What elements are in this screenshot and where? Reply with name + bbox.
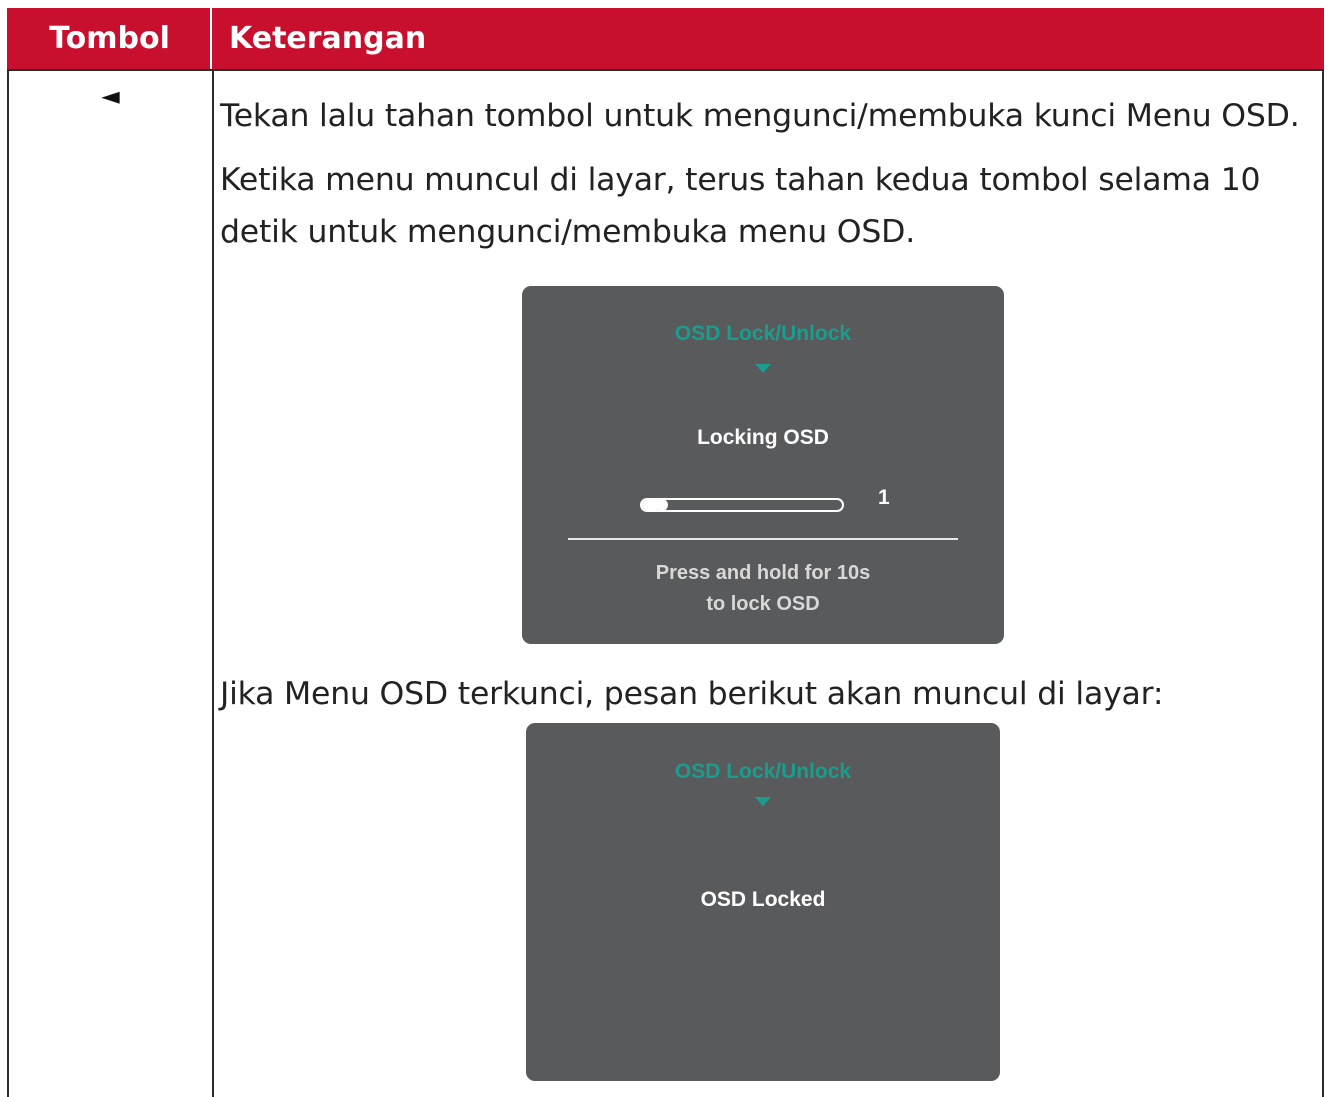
osd-title: OSD Lock/Unlock [674,322,852,345]
header-button-column: Tombol [49,21,170,56]
left-arrow-button-icon: ◄ [101,82,120,110]
header-divider [210,8,212,69]
osd-divider [568,538,958,540]
osd-title: OSD Lock/Unlock [674,760,852,783]
osd-locked-screen: OSD Lock/Unlock OSD Locked [526,723,1000,1081]
osd-hint: Press and hold for 10s to lock OSD [522,558,1004,620]
progress-slider [640,498,844,512]
description-paragraph-lock: Tekan lalu tahan tombol untuk mengunci/m… [220,98,1300,134]
table-header: Tombol Keterangan [7,8,1324,69]
osd-hint-line-2: to lock OSD [706,593,820,615]
triangle-down-icon [755,364,771,373]
osd-locking-screen: OSD Lock/Unlock Locking OSD 1 Press and … [522,286,1004,644]
osd-status-text: Locking OSD [697,426,829,449]
description-paragraph-hold: Ketika menu muncul di layar, terus tahan… [220,162,1261,250]
description-paragraph-locked: Jika Menu OSD terkunci, pesan berikut ak… [220,676,1164,712]
description-cell: Tekan lalu tahan tombol untuk mengunci/m… [220,90,1300,258]
progress-value: 1 [878,486,890,509]
description-cell-continued: Jika Menu OSD terkunci, pesan berikut ak… [220,668,1300,720]
osd-hint-line-1: Press and hold for 10s [655,562,871,584]
progress-knob [656,499,668,511]
column-divider [212,71,214,1097]
header-description-column: Keterangan [229,21,427,56]
triangle-down-icon [755,797,771,806]
osd-status-text: OSD Locked [700,888,826,911]
